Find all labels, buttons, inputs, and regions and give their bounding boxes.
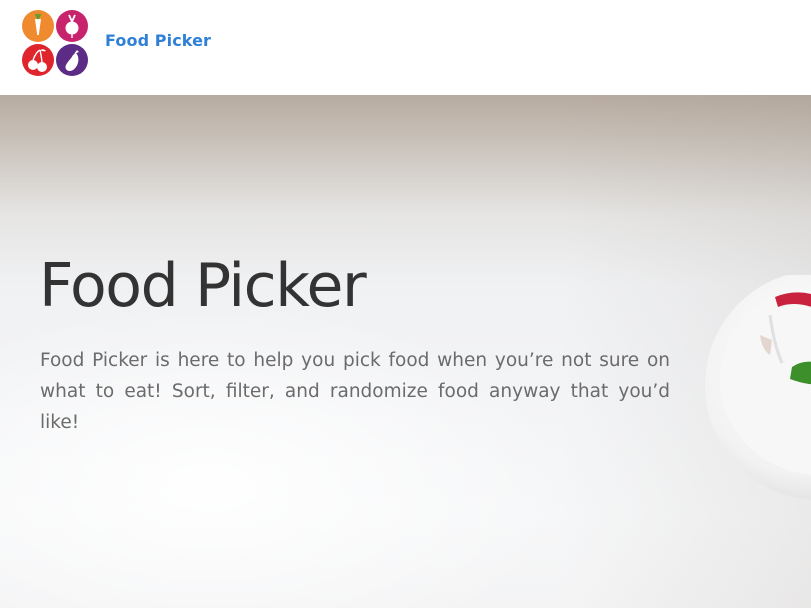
beet-icon [56,10,88,42]
logo[interactable] [22,10,88,77]
hero-title: Food Picker [39,251,367,321]
carrot-icon [22,10,54,42]
salad-bowl-image [705,275,811,500]
brand-link[interactable]: Food Picker [105,31,211,50]
eggplant-icon [56,44,88,76]
site-header: Food Picker [0,0,811,95]
cherries-icon [22,44,54,76]
hero-banner: Food Picker Food Picker is here to help … [0,95,811,608]
hero-description: Food Picker is here to help you pick foo… [40,350,670,433]
